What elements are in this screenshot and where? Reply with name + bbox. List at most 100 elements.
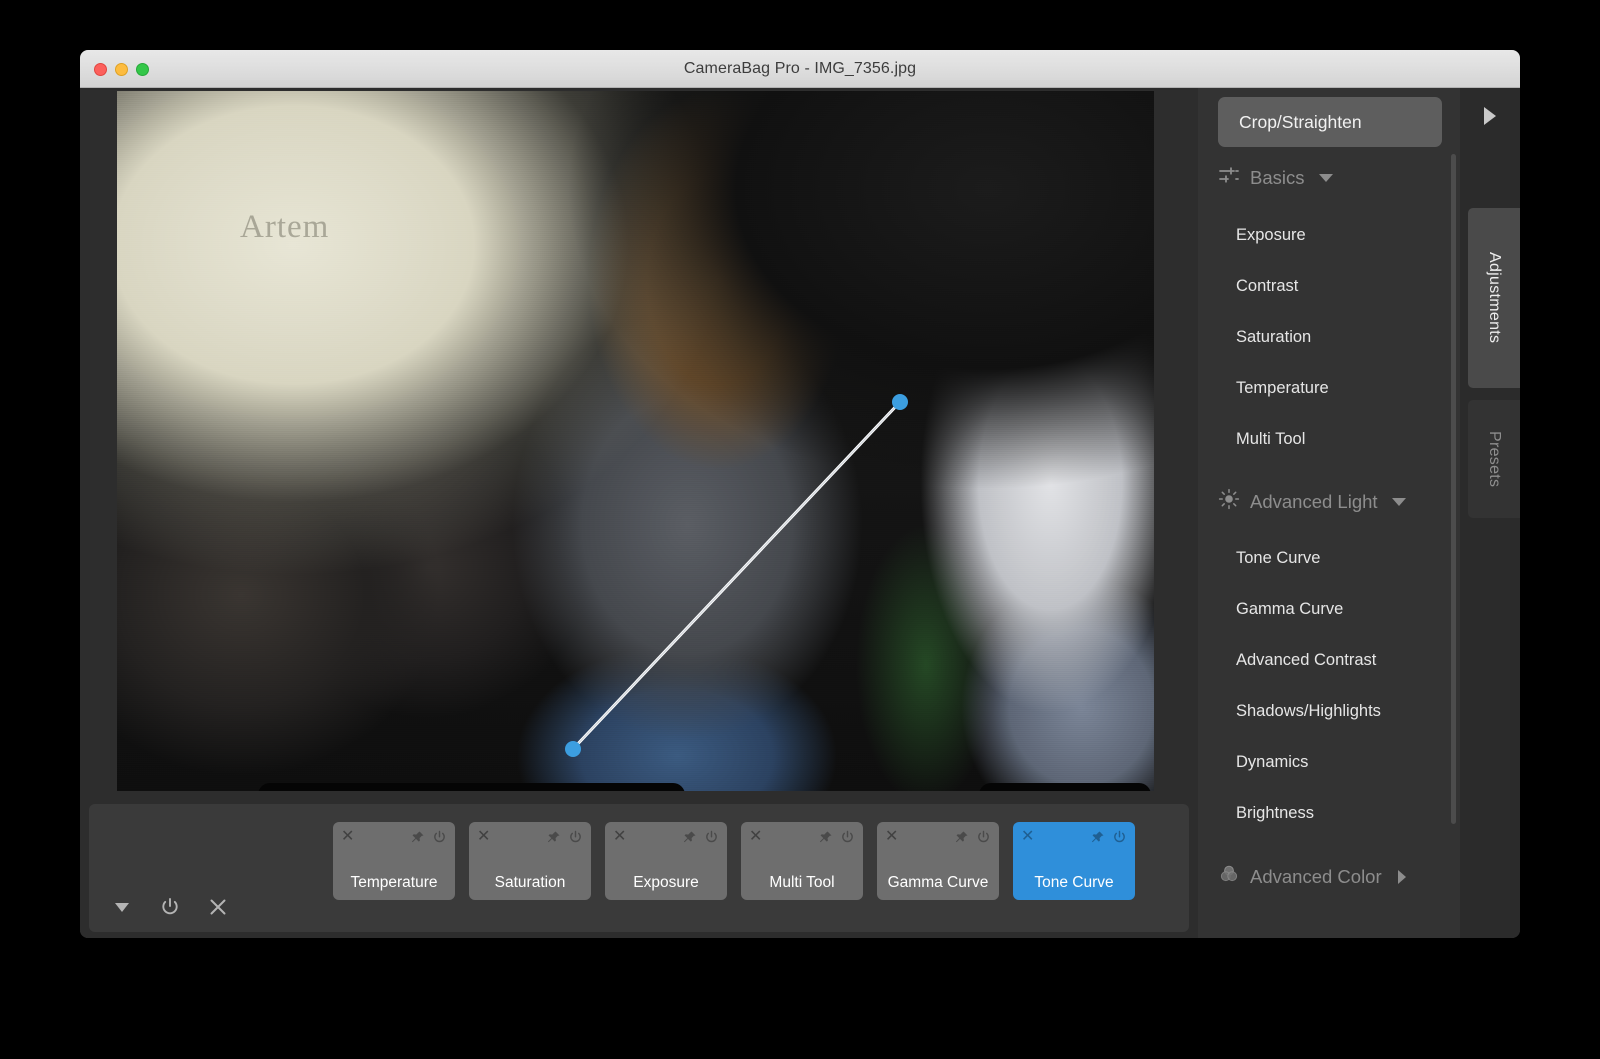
method-dropdown[interactable]: RGB <box>979 783 1151 791</box>
chip-icon-group <box>546 830 583 845</box>
power-icon[interactable] <box>432 830 447 845</box>
canvas-region: Artem 100.00 <box>80 88 1198 938</box>
method-control[interactable]: RGB Method <box>979 783 1151 791</box>
window-title: CameraBag Pro - IMG_7356.jpg <box>683 59 917 77</box>
close-icon[interactable]: ✕ <box>885 829 898 845</box>
filter-chip-saturation[interactable]: ✕ Saturation <box>469 822 591 900</box>
close-icon[interactable]: ✕ <box>341 829 354 845</box>
chip-icon-group <box>410 830 447 845</box>
group-title: Advanced Color <box>1250 865 1382 887</box>
pin-icon[interactable] <box>818 830 833 845</box>
chip-icon-row: ✕ <box>1013 827 1135 847</box>
tab-label: Presets <box>1486 430 1503 488</box>
adjustment-shadows-highlights[interactable]: Shadows/Highlights <box>1236 702 1381 721</box>
side-tab-rail: Adjustments Presets <box>1460 88 1520 938</box>
chip-icon-row: ✕ <box>469 827 591 847</box>
chip-icon-group <box>1090 830 1127 845</box>
chip-icon-row: ✕ <box>333 827 455 847</box>
adjustment-tone-curve[interactable]: Tone Curve <box>1236 549 1320 568</box>
close-icon[interactable]: ✕ <box>1021 829 1034 845</box>
adjustment-advanced-contrast[interactable]: Advanced Contrast <box>1236 651 1376 670</box>
app-window: CameraBag Pro - IMG_7356.jpg Artem ✕ Tem… <box>80 50 1520 938</box>
amount-control[interactable]: 100.00 <box>258 783 685 791</box>
pin-icon[interactable] <box>1090 830 1105 845</box>
filter-chip-list: ✕ Temperature ✕ Saturation ✕ Exposure ✕ … <box>333 822 1135 900</box>
pin-icon[interactable] <box>546 830 561 845</box>
power-icon[interactable] <box>157 894 183 920</box>
chip-icon-group <box>954 830 991 845</box>
chip-label: Tone Curve <box>1034 874 1114 891</box>
adjustment-saturation[interactable]: Saturation <box>1236 328 1311 347</box>
close-icon[interactable] <box>205 894 231 920</box>
sun-icon <box>1218 488 1240 515</box>
title-bar: CameraBag Pro - IMG_7356.jpg <box>80 50 1520 88</box>
close-icon[interactable]: ✕ <box>749 829 762 845</box>
chip-icon-row: ✕ <box>605 827 727 847</box>
chevron-right-icon[interactable] <box>1397 869 1406 884</box>
adjustment-dynamics[interactable]: Dynamics <box>1236 753 1308 772</box>
panel-scrollbar-track[interactable] <box>1451 96 1458 930</box>
group-title: Advanced Light <box>1250 490 1378 512</box>
window-controls <box>94 50 149 88</box>
chip-label: Saturation <box>494 874 566 891</box>
expand-panel-button[interactable] <box>1460 88 1520 144</box>
chevron-down-icon[interactable] <box>109 894 135 920</box>
filter-chip-exposure[interactable]: ✕ Exposure <box>605 822 727 900</box>
adjustment-temperature[interactable]: Temperature <box>1236 379 1329 398</box>
chevron-down-icon[interactable] <box>1318 173 1333 182</box>
crop-straighten-label: Crop/Straighten <box>1239 111 1362 132</box>
adjustment-contrast[interactable]: Contrast <box>1236 277 1298 296</box>
chip-label: Temperature <box>350 874 438 891</box>
power-icon[interactable] <box>568 830 583 845</box>
close-window-button[interactable] <box>94 62 107 76</box>
chip-icon-row: ✕ <box>877 827 999 847</box>
chip-icon-group <box>682 830 719 845</box>
power-icon[interactable] <box>976 830 991 845</box>
chevron-down-icon[interactable] <box>1391 497 1406 506</box>
panel-scrollbar-thumb[interactable] <box>1451 154 1456 824</box>
tab-presets[interactable]: Presets <box>1468 400 1520 518</box>
minimize-window-button[interactable] <box>115 62 128 76</box>
photo-grain-overlay <box>117 91 1154 791</box>
adjustment-exposure[interactable]: Exposure <box>1236 226 1306 245</box>
filter-chip-tone-curve[interactable]: ✕ Tone Curve <box>1013 822 1135 900</box>
projector-screen-text: Artem <box>240 209 330 245</box>
chip-icon-group <box>818 830 855 845</box>
adjustment-brightness[interactable]: Brightness <box>1236 804 1314 823</box>
adjustments-panel: Crop/Straighten Basics Exposure Contrast… <box>1198 88 1460 938</box>
color-wheels-icon <box>1218 863 1240 890</box>
group-header-advanced-light[interactable]: Advanced Light <box>1218 488 1406 515</box>
filter-chip-temperature[interactable]: ✕ Temperature <box>333 822 455 900</box>
pin-icon[interactable] <box>954 830 969 845</box>
power-icon[interactable] <box>840 830 855 845</box>
adjustments-scroll-area[interactable]: Crop/Straighten Basics Exposure Contrast… <box>1198 88 1460 938</box>
chip-icon-row: ✕ <box>741 827 863 847</box>
filter-filmstrip: ✕ Temperature ✕ Saturation ✕ Exposure ✕ … <box>89 804 1189 932</box>
group-header-advanced-color[interactable]: Advanced Color <box>1218 863 1406 890</box>
amount-slider[interactable]: 100.00 <box>258 783 685 791</box>
group-title: Basics <box>1250 166 1305 188</box>
crop-straighten-button[interactable]: Crop/Straighten <box>1218 97 1442 147</box>
close-icon[interactable]: ✕ <box>477 829 490 845</box>
chip-label: Exposure <box>633 874 699 891</box>
filmstrip-toolbar <box>109 894 231 920</box>
group-header-basics[interactable]: Basics <box>1218 164 1333 191</box>
filter-chip-multi-tool[interactable]: ✕ Multi Tool <box>741 822 863 900</box>
app-body: Artem 100.00 <box>80 88 1520 938</box>
adjustment-multi-tool[interactable]: Multi Tool <box>1236 430 1305 449</box>
sliders-icon <box>1218 164 1240 191</box>
chevron-right-icon <box>1484 107 1496 125</box>
power-icon[interactable] <box>1112 830 1127 845</box>
filter-chip-gamma-curve[interactable]: ✕ Gamma Curve <box>877 822 999 900</box>
photo-viewport[interactable]: Artem 100.00 <box>117 91 1154 791</box>
tab-label: Adjustments <box>1486 252 1503 344</box>
chip-label: Gamma Curve <box>887 874 989 891</box>
pin-icon[interactable] <box>682 830 697 845</box>
zoom-window-button[interactable] <box>136 62 149 76</box>
chip-label: Multi Tool <box>769 874 835 891</box>
pin-icon[interactable] <box>410 830 425 845</box>
adjustment-gamma-curve[interactable]: Gamma Curve <box>1236 600 1343 619</box>
close-icon[interactable]: ✕ <box>613 829 626 845</box>
power-icon[interactable] <box>704 830 719 845</box>
tab-adjustments[interactable]: Adjustments <box>1468 208 1520 388</box>
